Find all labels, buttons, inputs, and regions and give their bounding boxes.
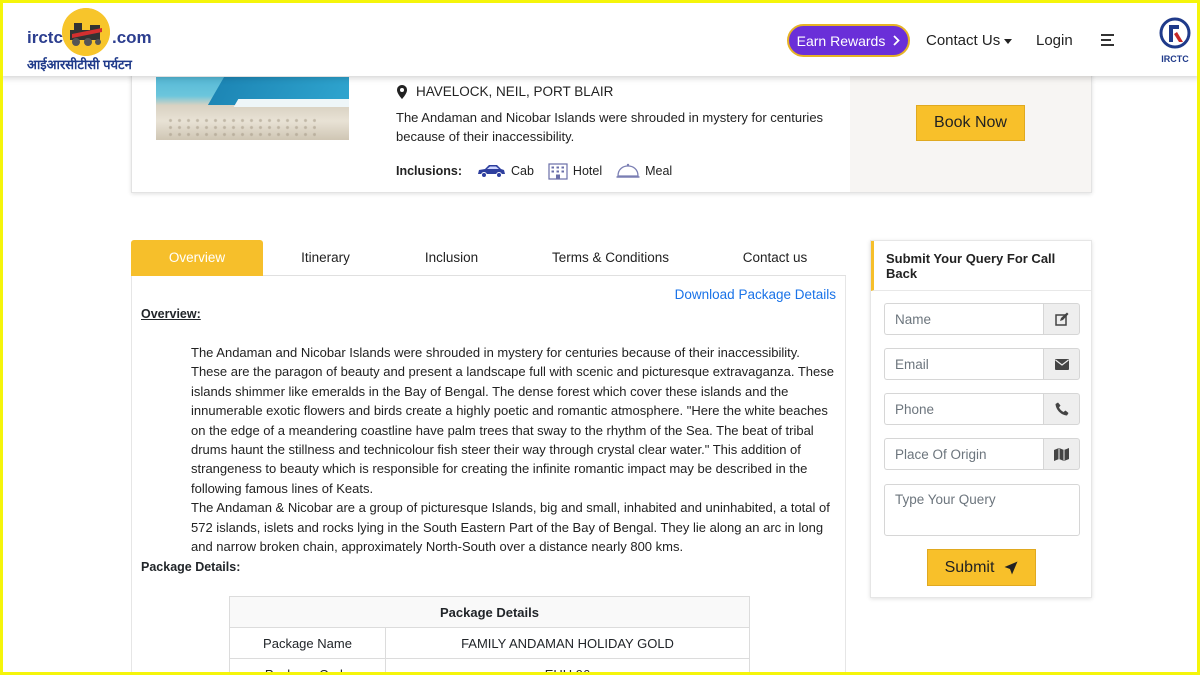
- overview-heading: Overview:: [141, 307, 201, 321]
- top-navbar: irctc .com आईआरसीटीसी पर्यटन Earn Reward…: [0, 0, 1200, 76]
- caret-down-icon: [1004, 38, 1013, 44]
- cab-icon: [477, 165, 505, 178]
- package-beach-image[interactable]: [156, 77, 349, 140]
- overview-text: The Andaman and Nicobar Islands were shr…: [191, 343, 836, 556]
- query-form-title: Submit Your Query For Call Back: [871, 241, 1091, 291]
- email-input[interactable]: Email: [884, 348, 1043, 380]
- table-row: Package Code EHH 96: [229, 658, 750, 675]
- submit-button[interactable]: Submit: [927, 549, 1036, 586]
- hotel-icon: [548, 163, 568, 180]
- tab-overview[interactable]: Overview: [131, 239, 263, 276]
- table-row: Package Name FAMILY ANDAMAN HOLIDAY GOLD: [229, 627, 750, 659]
- overview-panel: Download Package Details Overview: The A…: [131, 276, 846, 675]
- submit-label: Submit: [944, 558, 995, 576]
- inclusion-meal: Meal: [616, 163, 672, 179]
- inclusion-cab: Cab: [476, 164, 534, 178]
- inclusion-meal-label: Meal: [645, 164, 673, 178]
- email-field: Email: [884, 348, 1080, 380]
- name-field: Name: [884, 303, 1080, 335]
- earn-rewards-label: Earn Rewards: [796, 32, 886, 49]
- package-description: The Andaman and Nicobar Islands were shr…: [396, 110, 824, 144]
- irctc-logo[interactable]: IRCTC: [1155, 16, 1195, 66]
- book-now-button[interactable]: Book Now: [916, 105, 1025, 141]
- callback-query-form: Submit Your Query For Call Back Name Ema…: [870, 240, 1092, 598]
- tab-itinerary[interactable]: Itinerary: [263, 240, 388, 276]
- query-textarea[interactable]: Type Your Query: [884, 484, 1080, 536]
- meal-icon: [616, 163, 640, 178]
- inclusions-label: Inclusions:: [396, 164, 462, 178]
- chevron-right-icon: [893, 35, 901, 46]
- table-header-row: Package Details: [229, 596, 750, 628]
- package-location-text: HAVELOCK, NEIL, PORT BLAIR: [416, 84, 614, 99]
- irctc-emblem-icon: [1159, 17, 1191, 49]
- login-link[interactable]: Login: [1036, 32, 1073, 49]
- name-input[interactable]: Name: [884, 303, 1043, 335]
- brand-text-right: .com: [112, 28, 152, 47]
- inclusion-hotel-label: Hotel: [572, 164, 603, 178]
- table-cell-value: EHH 96: [385, 658, 750, 675]
- inclusion-hotel: Hotel: [548, 162, 602, 180]
- package-details-table: Package Details Package Name FAMILY ANDA…: [229, 596, 750, 675]
- train-emblem-icon: [62, 8, 110, 56]
- overview-paragraph-2: The Andaman & Nicobar are a group of pic…: [191, 500, 830, 555]
- brand-hindi-text: आईआरसीटीसी पर्यटन: [27, 57, 132, 72]
- contact-us-dropdown[interactable]: Contact Us: [926, 32, 1013, 49]
- package-inclusions: Inclusions: Cab Hotel Meal: [396, 162, 686, 180]
- earn-rewards-button[interactable]: Earn Rewards: [787, 24, 910, 57]
- place-of-origin-field: Place Of Origin: [884, 438, 1080, 470]
- envelope-icon: [1043, 348, 1080, 380]
- overview-paragraph-1: The Andaman and Nicobar Islands were shr…: [191, 345, 834, 496]
- table-cell-key: Package Name: [229, 627, 386, 659]
- package-tabs: Overview Itinerary Inclusion Terms & Con…: [131, 239, 846, 276]
- package-details-table-title: Package Details: [229, 596, 750, 628]
- brand-text-left: irctc: [27, 28, 63, 47]
- place-of-origin-input[interactable]: Place Of Origin: [884, 438, 1043, 470]
- download-package-details-link[interactable]: Download Package Details: [675, 287, 836, 302]
- map-marker-icon: [397, 84, 407, 99]
- tab-terms-conditions[interactable]: Terms & Conditions: [515, 240, 706, 276]
- phone-field: Phone: [884, 393, 1080, 425]
- phone-icon: [1043, 393, 1080, 425]
- table-cell-key: Package Code: [229, 658, 386, 675]
- hamburger-menu-icon[interactable]: [1101, 34, 1115, 46]
- tab-inclusion[interactable]: Inclusion: [388, 240, 515, 276]
- irctc-logo-caption: IRCTC: [1161, 54, 1189, 64]
- edit-icon: [1043, 303, 1080, 335]
- package-details-heading: Package Details:: [141, 560, 241, 574]
- contact-us-label: Contact Us: [926, 32, 1001, 49]
- irctc-tourism-logo[interactable]: irctc .com आईआरसीटीसी पर्यटन: [27, 6, 157, 72]
- phone-input[interactable]: Phone: [884, 393, 1043, 425]
- inclusion-cab-label: Cab: [510, 164, 534, 178]
- paper-plane-icon: [1004, 561, 1018, 574]
- tab-contact-us[interactable]: Contact us: [706, 240, 844, 276]
- table-cell-value: FAMILY ANDAMAN HOLIDAY GOLD: [385, 627, 750, 659]
- map-icon: [1043, 438, 1080, 470]
- package-location: HAVELOCK, NEIL, PORT BLAIR: [397, 84, 613, 99]
